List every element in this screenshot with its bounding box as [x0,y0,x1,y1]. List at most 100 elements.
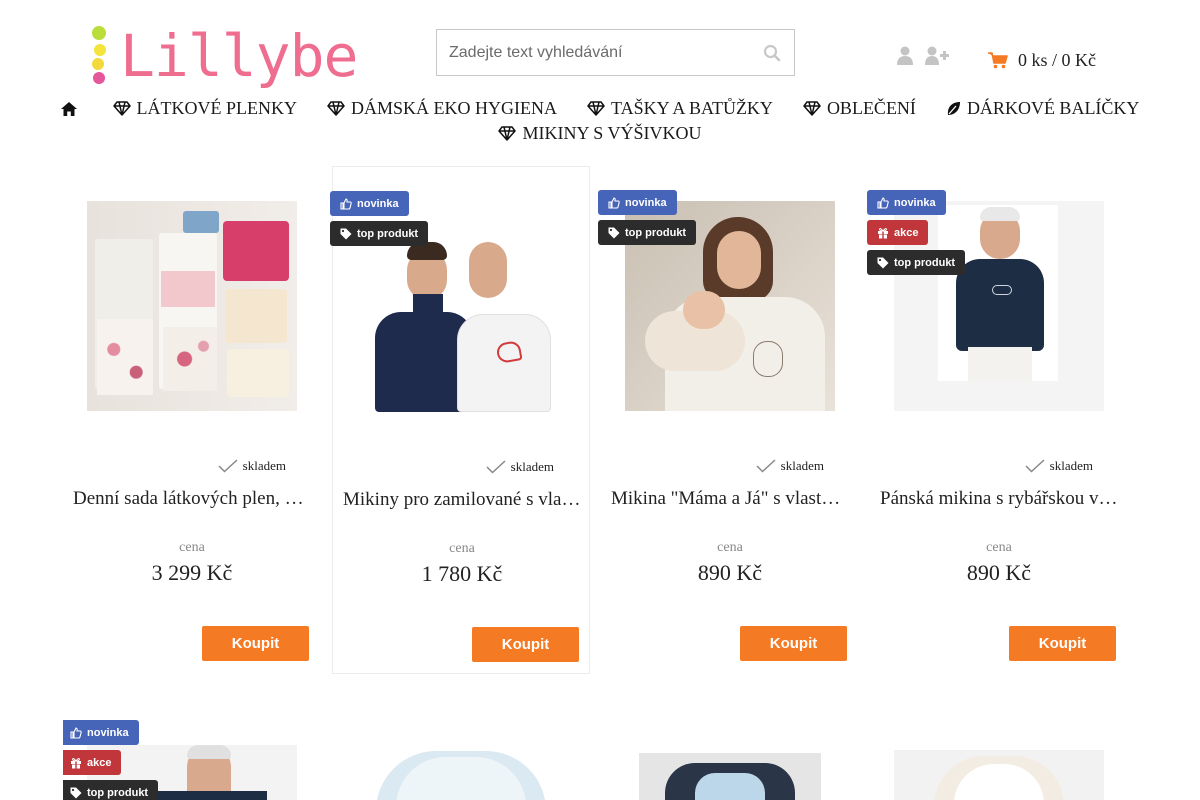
login-button[interactable] [897,46,913,71]
badge-label: novinka [625,196,667,209]
diamond-icon [587,101,605,116]
badge-new: novinka [598,190,677,215]
stock-status: skladem [1025,458,1093,474]
thumbs-up-icon [608,196,620,209]
product-name[interactable]: Mikina "Máma a Já" s vlastním textem [611,488,849,510]
product-image[interactable] [894,750,1104,800]
buy-button[interactable]: Koupit [202,626,309,661]
nav-item-label: OBLEČENÍ [826,98,916,118]
nav-item-label: DÁRKOVÉ BALÍČKY [966,98,1140,118]
badge-label: akce [87,756,112,769]
badge-top: top produkt [330,221,429,246]
badge-label: top produkt [894,256,956,269]
product-price: 3 299 Kč [151,560,233,585]
product-name[interactable]: Denní sada látkových plen, vhodná od nar… [73,488,311,510]
search-button[interactable] [750,30,794,75]
logo-dots-icon [90,24,112,88]
nav-item-darkove-balicky[interactable]: DÁRKOVÉ BALÍČKY [946,96,1140,121]
product-name[interactable]: Mikiny pro zamilované s vlastním textem [343,489,581,511]
badge-top: top produkt [63,780,159,800]
price-label: cena [179,540,205,555]
tag-icon [877,257,889,268]
home-icon [60,101,77,116]
product-price: 890 Kč [966,560,1032,585]
leaf-icon [947,102,960,115]
thumbs-up-icon [340,197,352,210]
nav-item-obleceni[interactable]: OBLEČENÍ [803,96,916,121]
buy-button[interactable]: Koupit [1009,626,1116,661]
badge-label: top produkt [357,227,419,240]
stock-label: skladem [510,459,554,474]
thumbs-up-icon [877,196,889,209]
diamond-icon [803,101,821,116]
product-flags: novinka akce top produkt [867,190,966,275]
product-flags: novinka akce top produkt [63,720,159,800]
thumbs-up-icon [70,726,82,739]
product-image [87,201,297,411]
nav-item-label: DÁMSKÁ EKO HYGIENA [351,98,558,118]
check-icon [756,459,776,473]
search-icon [763,44,781,61]
nav-home[interactable] [60,96,77,121]
product-card: novinka top produkt skladem Mikina "Máma… [598,166,859,674]
tag-icon [70,787,82,798]
nav-item-label: LÁTKOVÉ PLENKY [136,98,298,118]
gift-icon [878,227,888,238]
register-button[interactable] [925,46,949,71]
stock-label: skladem [780,458,824,473]
product-price: 1 780 Kč [421,561,503,586]
product-card: novinka akce top produkt [63,696,321,800]
account-links [897,46,949,71]
product-price: 890 Kč [697,560,763,585]
buy-button[interactable]: Koupit [740,626,847,661]
check-icon [1025,459,1045,473]
nav-item-damska-eko-hygiena[interactable]: DÁMSKÁ EKO HYGIENA [327,96,557,121]
badge-label: novinka [894,196,936,209]
product-name[interactable]: Pánská mikina s rybářskou výšivkou [880,488,1118,510]
stock-status: skladem [218,458,286,474]
user-plus-icon [925,46,949,65]
badge-label: novinka [357,197,399,210]
stock-label: skladem [242,458,286,473]
diamond-icon [327,101,345,116]
product-image-link[interactable] [63,166,321,446]
badge-sale: akce [867,220,929,245]
search-input[interactable] [437,30,750,75]
badge-label: akce [894,226,919,239]
product-card: novinka top produkt skladem Mikiny pro z… [330,166,590,674]
site-logo[interactable]: Lillybe [90,22,370,90]
gift-icon [71,757,81,768]
stock-status: skladem [486,459,554,475]
diamond-icon [498,126,517,141]
nav-item-latkove-plenky[interactable]: LÁTKOVÉ PLENKY [112,96,298,121]
stock-status: skladem [756,458,824,474]
product-flags: novinka top produkt [330,191,429,246]
badge-label: top produkt [87,786,149,799]
nav-item-label: TAŠKY A BATŮŽKY [611,98,773,118]
product-flags: novinka top produkt [598,190,697,245]
check-icon [486,460,506,474]
product-image[interactable] [625,753,835,800]
logo-text: Lillybe [120,22,358,90]
badge-new: novinka [330,191,409,216]
nav-item-label: MIKINY S VÝŠIVKOU [522,123,702,143]
product-image[interactable] [356,743,566,800]
price-label: cena [449,541,475,556]
buy-button[interactable]: Koupit [472,627,579,662]
cart-icon [988,52,1008,69]
badge-new: novinka [867,190,946,215]
price-label: cena [986,540,1012,555]
nav-item-tasky-a-batuzky[interactable]: TAŠKY A BATŮŽKY [587,96,773,121]
product-card: novinka akce top produkt skladem Pánská … [867,166,1128,674]
user-icon [897,46,913,65]
tag-icon [608,227,620,238]
cart-summary: 0 ks / 0 Kč [1018,50,1096,70]
badge-top: top produkt [598,220,697,245]
badge-label: novinka [87,726,129,739]
product-card: skladem Denní sada látkových plen, vhodn… [63,166,321,674]
price-label: cena [717,540,743,555]
nav-item-mikiny-s-vysivkou[interactable]: MIKINY S VÝŠIVKOU [498,121,702,146]
cart-link[interactable]: 0 ks / 0 Kč [988,50,1096,71]
tag-icon [340,228,352,239]
badge-label: top produkt [625,226,687,239]
